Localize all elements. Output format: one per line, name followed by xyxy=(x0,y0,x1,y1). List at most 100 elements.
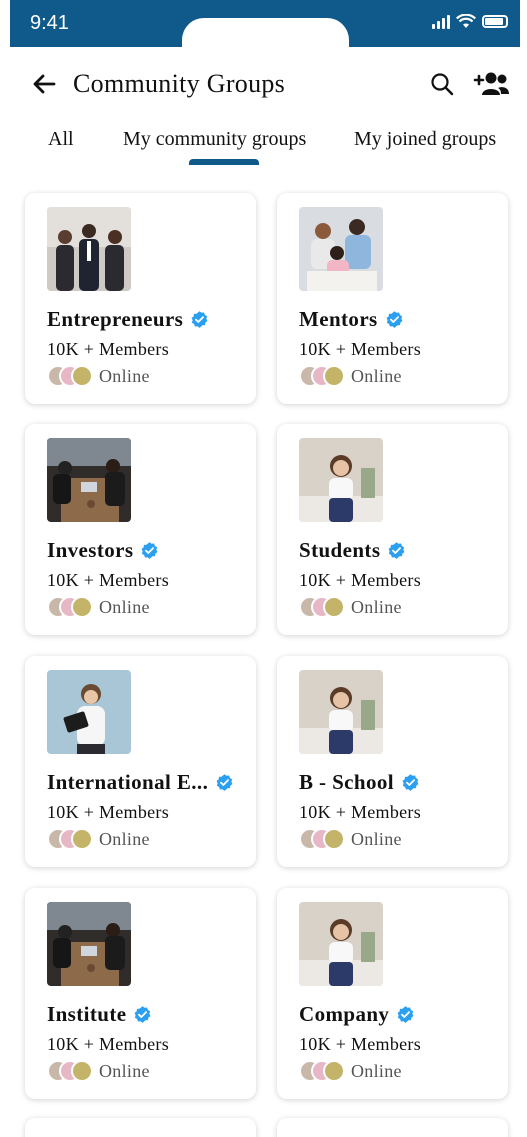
group-name: B - School xyxy=(299,770,395,794)
avatar xyxy=(71,596,93,618)
group-name-row: Entrepreneurs xyxy=(47,307,209,332)
arrow-left-icon xyxy=(33,74,56,94)
group-tabs: All My community groups My joined groups xyxy=(0,128,527,168)
group-members-count: 10K + Members xyxy=(299,1034,422,1054)
verified-badge-icon xyxy=(135,1006,151,1023)
online-indicator: Online xyxy=(47,828,150,850)
avatar xyxy=(323,596,345,618)
verified-badge-icon xyxy=(142,542,158,559)
system-icons xyxy=(432,14,508,29)
signal-icon xyxy=(432,14,450,29)
member-avatars xyxy=(299,596,345,618)
group-card-investors[interactable]: Investors 10K + Members Online xyxy=(25,424,256,635)
verified-badge-icon xyxy=(388,542,405,559)
member-avatars xyxy=(299,828,345,850)
add-group-icon xyxy=(473,72,509,95)
group-members-count: 10K + Members xyxy=(299,339,422,359)
search-icon xyxy=(431,73,454,96)
group-name-row: B - School xyxy=(299,770,420,795)
group-name: Company xyxy=(299,1002,390,1026)
tab-my-joined-groups[interactable]: My joined groups xyxy=(354,128,496,151)
group-name: Entrepreneurs xyxy=(47,307,184,331)
online-indicator: Online xyxy=(299,1060,402,1082)
online-status: Online xyxy=(99,1060,150,1081)
group-image xyxy=(47,902,131,986)
avatar xyxy=(323,1060,345,1082)
group-name-row: Students xyxy=(299,538,406,563)
group-name: Students xyxy=(299,538,381,562)
group-card-students[interactable]: Students 10K + Members Online xyxy=(277,424,508,635)
group-members-count: 10K + Members xyxy=(47,339,170,359)
group-members-count: 10K + Members xyxy=(299,802,422,822)
group-members-count: 10K + Members xyxy=(47,570,170,590)
online-indicator: Online xyxy=(47,1060,150,1082)
online-indicator: Online xyxy=(299,365,402,387)
status-time: 9:41 xyxy=(30,12,69,34)
online-status: Online xyxy=(351,596,402,617)
group-image xyxy=(299,670,383,754)
search-button[interactable] xyxy=(426,68,458,100)
group-card-partial[interactable] xyxy=(25,1118,256,1137)
add-member-button[interactable] xyxy=(470,68,512,100)
group-card-b-school[interactable]: B - School 10K + Members Online xyxy=(277,656,508,867)
avatar xyxy=(323,365,345,387)
member-avatars xyxy=(299,1060,345,1082)
battery-icon xyxy=(482,15,508,28)
group-card-international-e[interactable]: International E... 10K + Members Online xyxy=(25,656,256,867)
group-members-count: 10K + Members xyxy=(299,570,422,590)
tab-my-community-groups[interactable]: My community groups xyxy=(123,128,306,151)
online-status: Online xyxy=(351,828,402,849)
group-members-count: 10K + Members xyxy=(47,1034,170,1054)
page-title: Community Groups xyxy=(73,69,286,98)
active-tab-indicator xyxy=(189,159,259,165)
group-name-row: International E... xyxy=(47,770,234,795)
back-button[interactable] xyxy=(28,68,60,100)
online-indicator: Online xyxy=(47,596,150,618)
group-name: Mentors xyxy=(299,307,378,331)
group-name-row: Mentors xyxy=(299,307,404,332)
group-card-entrepreneurs[interactable]: Entrepreneurs 10K + Members Online xyxy=(25,193,256,404)
status-bar: 9:41 xyxy=(10,0,520,58)
group-image xyxy=(299,438,383,522)
group-name: Investors xyxy=(47,538,134,562)
member-avatars xyxy=(47,596,93,618)
online-status: Online xyxy=(351,1060,402,1081)
wifi-icon xyxy=(456,14,476,28)
device-notch xyxy=(182,18,349,58)
group-card-company[interactable]: Company 10K + Members Online xyxy=(277,888,508,1099)
avatar xyxy=(71,828,93,850)
group-card-partial[interactable] xyxy=(277,1118,508,1137)
group-name-row: Investors xyxy=(47,538,159,563)
online-indicator: Online xyxy=(47,365,150,387)
member-avatars xyxy=(47,828,93,850)
online-status: Online xyxy=(351,365,402,386)
verified-badge-icon xyxy=(216,774,233,791)
verified-badge-icon xyxy=(402,774,419,791)
online-status: Online xyxy=(99,365,150,386)
group-name: Institute xyxy=(47,1002,127,1026)
member-avatars xyxy=(299,365,345,387)
avatar xyxy=(71,365,93,387)
verified-badge-icon xyxy=(397,1006,414,1023)
group-name-row: Institute xyxy=(47,1002,152,1027)
online-status: Online xyxy=(99,828,150,849)
group-image xyxy=(299,902,383,986)
group-card-institute[interactable]: Institute 10K + Members Online xyxy=(25,888,256,1099)
group-image xyxy=(299,207,383,291)
online-indicator: Online xyxy=(299,828,402,850)
group-name-row: Company xyxy=(299,1002,415,1027)
group-card-mentors[interactable]: Mentors 10K + Members Online xyxy=(277,193,508,404)
group-image xyxy=(47,207,131,291)
group-name: International E... xyxy=(47,770,209,794)
verified-badge-icon xyxy=(386,311,403,328)
online-status: Online xyxy=(99,596,150,617)
member-avatars xyxy=(47,365,93,387)
avatar xyxy=(71,1060,93,1082)
app-header: Community Groups xyxy=(0,60,527,110)
group-members-count: 10K + Members xyxy=(47,802,170,822)
group-image xyxy=(47,670,131,754)
member-avatars xyxy=(47,1060,93,1082)
online-indicator: Online xyxy=(299,596,402,618)
group-image xyxy=(47,438,131,522)
tab-all[interactable]: All xyxy=(48,128,74,151)
